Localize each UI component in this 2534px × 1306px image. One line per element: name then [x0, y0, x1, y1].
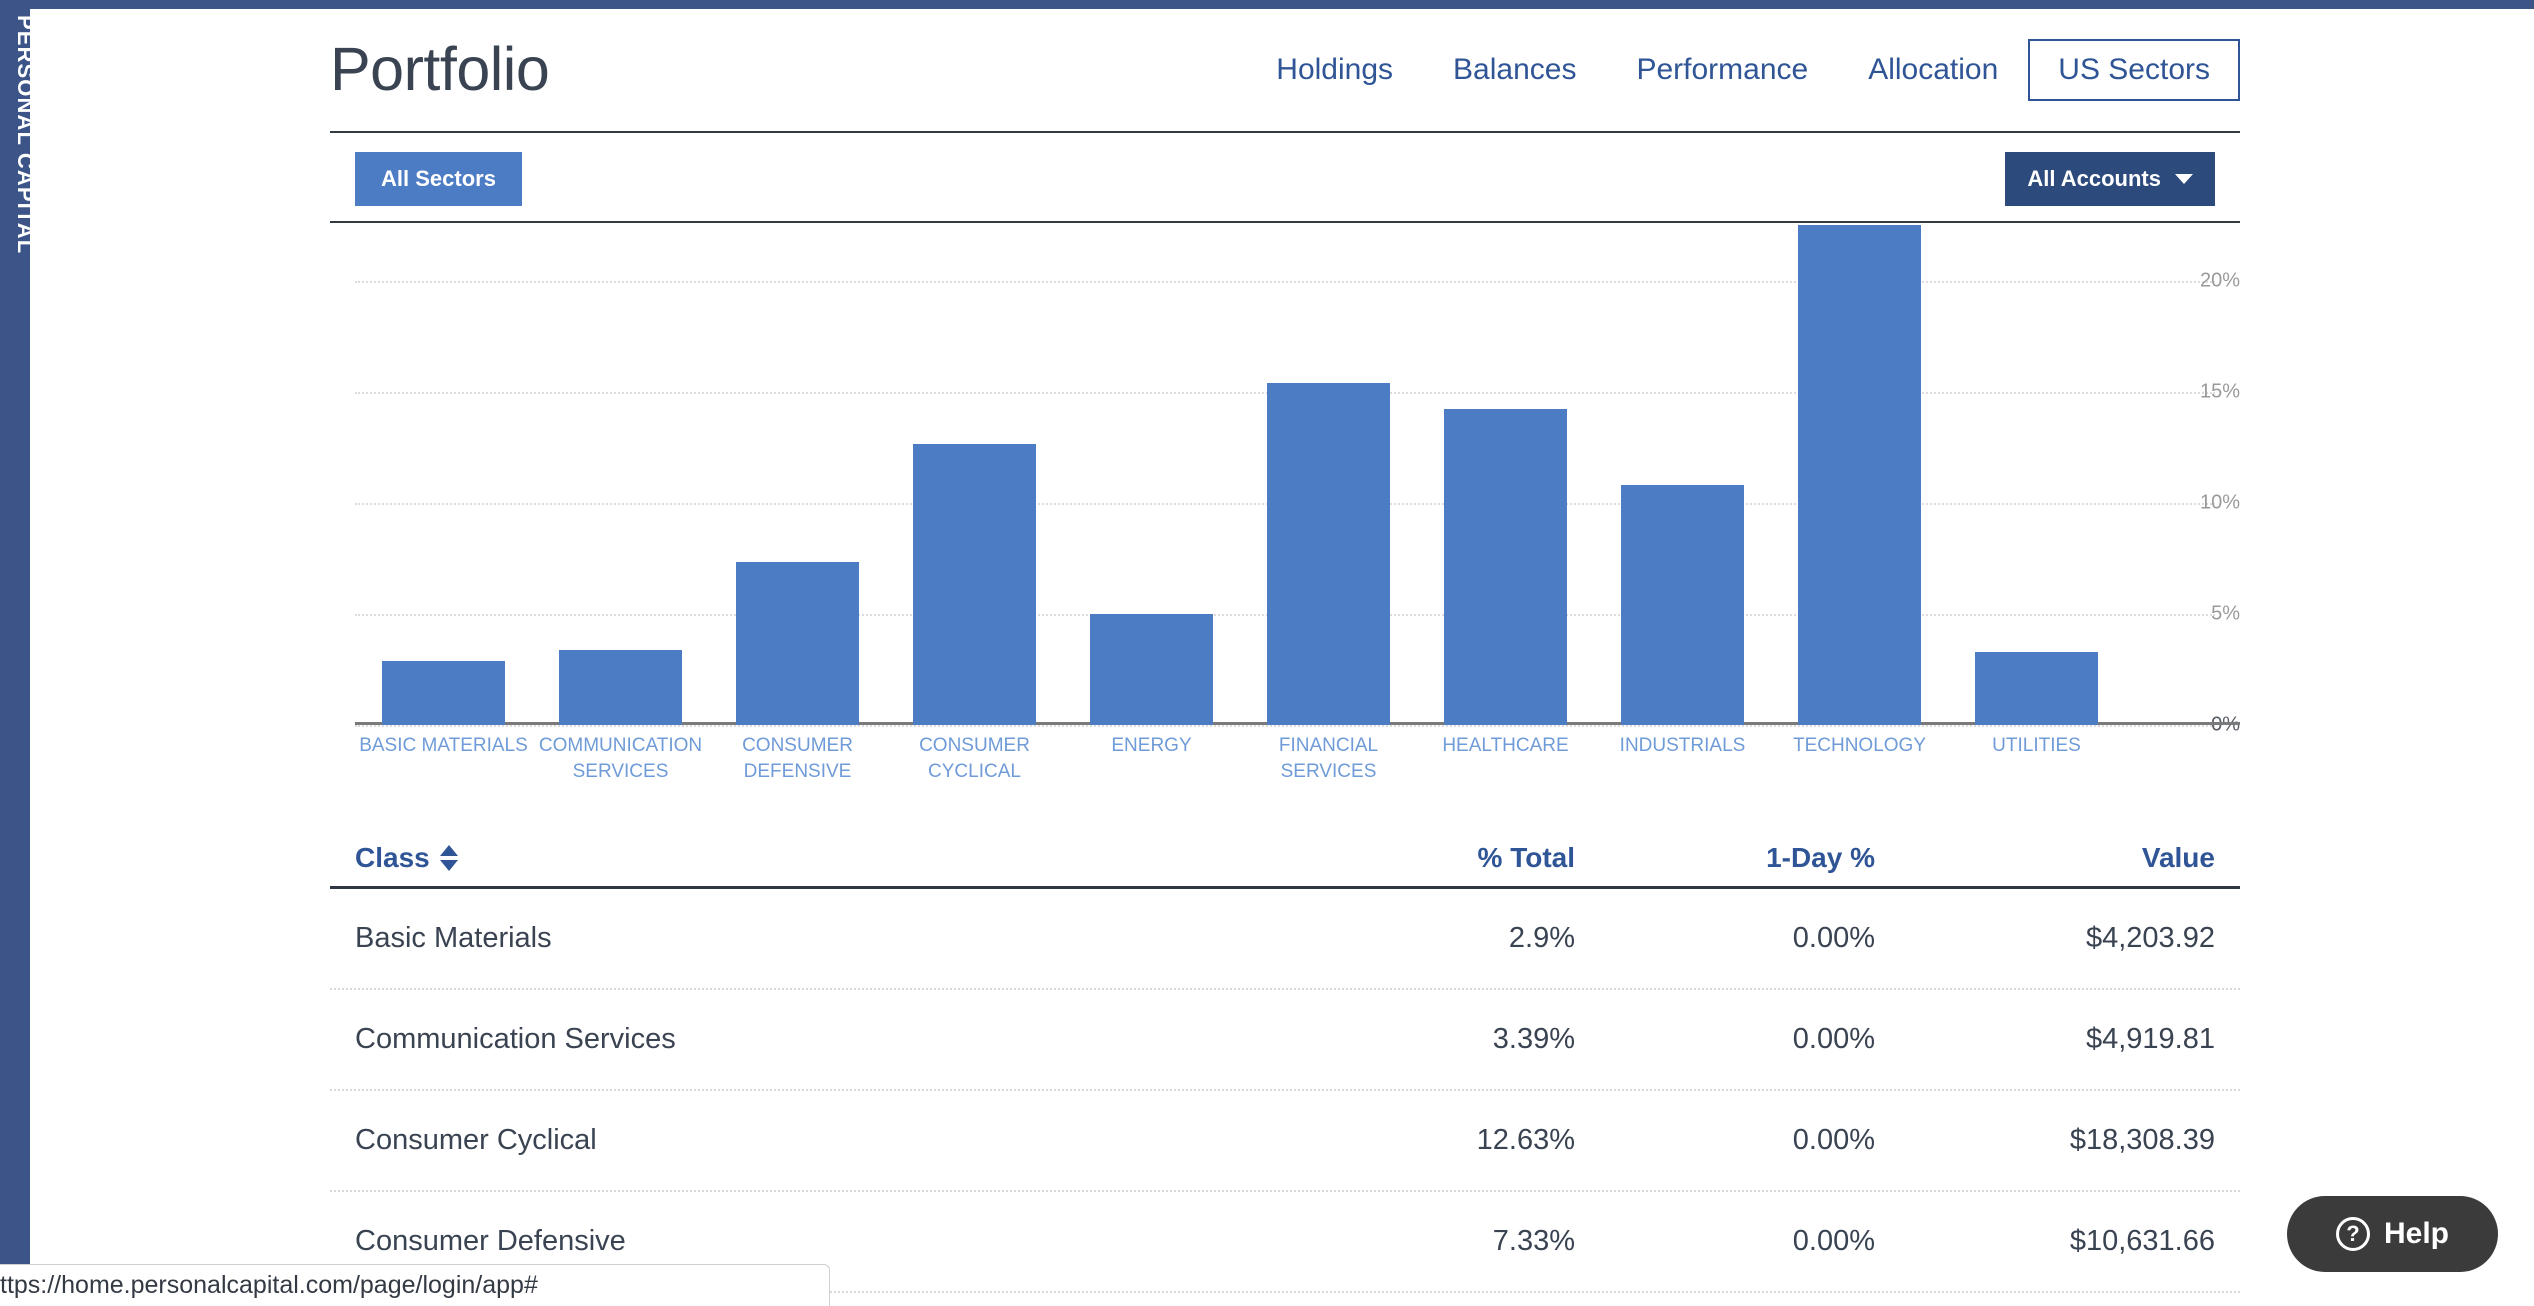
row-value: $10,631.66 — [2069, 1225, 2215, 1257]
status-bar-url: ttps://home.personalcapital.com/page/log… — [0, 1271, 538, 1299]
tab-allocation[interactable]: Allocation — [1838, 39, 2028, 101]
us-sectors-bar-chart: 0% 5% 10% 15% 20% BASIC MATERIALS COMMUNICATI… — [330, 225, 2240, 782]
row-class: Basic Materials — [355, 922, 552, 954]
row-value: $18,308.39 — [2069, 1124, 2215, 1156]
gridline — [355, 725, 2215, 727]
row-pct-total: 2.9% — [1508, 922, 1575, 954]
row-pct-total: 7.33% — [1492, 1225, 1575, 1257]
table-row[interactable]: Basic Materials 2.9% 0.00% $4,203.92 — [330, 889, 2240, 990]
primary-nav: Holdings Balances Performance Allocation… — [1246, 39, 2240, 105]
chart-x-axis-labels: BASIC MATERIALS COMMUNICATION SERVICES CONS… — [355, 733, 2125, 784]
tab-balances[interactable]: Balances — [1423, 39, 1606, 101]
sort-asc-icon — [439, 845, 458, 856]
x-axis-label: BASIC MATERIALS — [359, 735, 528, 756]
row-class: Consumer Cyclical — [355, 1124, 597, 1156]
chevron-down-icon — [2175, 174, 2193, 184]
row-one-day: 0.00% — [1792, 1124, 1875, 1156]
chart-bar[interactable] — [559, 649, 682, 725]
column-header-class-label: Class — [355, 842, 430, 873]
chart-bar[interactable] — [913, 444, 1036, 725]
x-axis-label: INDUSTRIALS — [1619, 735, 1746, 756]
row-one-day: 0.00% — [1792, 1023, 1875, 1055]
x-axis-label: CONSUMER CYCLICAL — [919, 735, 1030, 782]
bar-slot — [886, 225, 1063, 725]
question-circle-icon: ? — [2335, 1217, 2370, 1251]
bar-slot — [1948, 225, 2125, 725]
all-accounts-label: All Accounts — [2027, 166, 2161, 191]
bar-slot — [1594, 225, 1771, 725]
tab-us-sectors[interactable]: US Sectors — [2028, 39, 2240, 101]
sort-arrows-icon[interactable] — [439, 845, 458, 871]
row-pct-total: 3.39% — [1492, 1023, 1575, 1055]
help-label: Help — [2383, 1217, 2449, 1250]
chart-bar[interactable] — [1267, 382, 1390, 725]
chart-bar[interactable] — [1090, 613, 1213, 725]
bar-slot — [1240, 225, 1417, 725]
table-row[interactable]: Consumer Cyclical 12.63% 0.00% $18,308.39 — [330, 1091, 2240, 1192]
sectors-table: Class % Total 1-Day % Value Basic Materi… — [330, 815, 2240, 1293]
x-axis-label: ENERGY — [1111, 735, 1192, 756]
row-one-day: 0.00% — [1792, 922, 1875, 954]
page-title: Portfolio — [330, 34, 550, 103]
row-one-day: 0.00% — [1792, 1225, 1875, 1257]
bar-slot — [355, 225, 532, 725]
y-axis-tick: 10% — [2199, 491, 2240, 514]
table-row[interactable]: Communication Services 3.39% 0.00% $4,919.8… — [330, 990, 2240, 1091]
sort-desc-icon — [439, 860, 458, 871]
y-axis-tick: 15% — [2199, 380, 2240, 403]
all-sectors-button[interactable]: All Sectors — [355, 152, 522, 206]
tab-performance[interactable]: Performance — [1606, 39, 1838, 101]
tab-holdings[interactable]: Holdings — [1246, 39, 1423, 101]
column-header-pct-total[interactable]: % Total — [1185, 842, 1575, 874]
help-button[interactable]: ? Help — [2287, 1196, 2498, 1272]
brand-rail: PERSONAL CAPITAL — [0, 9, 30, 1271]
chart-bar[interactable] — [382, 660, 505, 725]
page-header: Portfolio Holdings Balances Performance … — [330, 13, 2240, 133]
row-value: $4,203.92 — [2085, 922, 2215, 954]
bar-slot — [1771, 225, 1948, 725]
bar-slot — [709, 225, 886, 725]
row-class: Communication Services — [355, 1023, 676, 1055]
page-canvas: Portfolio Holdings Balances Performance … — [30, 9, 2534, 1306]
chart-plot-area: 0% 5% 10% 15% 20% — [355, 225, 2240, 736]
app-root: PERSONAL CAPITAL Portfolio Holdings Bala… — [0, 0, 2534, 1306]
table-body: Basic Materials 2.9% 0.00% $4,203.92 Communi… — [330, 889, 2240, 1293]
filter-bar: All Sectors All Accounts — [330, 137, 2240, 223]
row-pct-total: 12.63% — [1476, 1124, 1575, 1156]
chart-bar[interactable] — [1621, 485, 1744, 725]
chart-bar[interactable] — [1975, 651, 2098, 725]
x-axis-label: TECHNOLOGY — [1792, 735, 1927, 756]
bar-slot — [1063, 225, 1240, 725]
row-class: Consumer Defensive — [355, 1225, 626, 1257]
y-axis-tick: 5% — [2211, 602, 2240, 625]
browser-top-strip — [0, 0, 2534, 9]
y-axis-tick: 0% — [2211, 713, 2240, 736]
x-axis-label: HEALTHCARE — [1442, 735, 1569, 756]
column-header-value[interactable]: Value — [1875, 842, 2215, 874]
chart-bar[interactable] — [736, 562, 859, 725]
table-header-row: Class % Total 1-Day % Value — [330, 815, 2240, 889]
status-bar: ttps://home.personalcapital.com/page/log… — [0, 1264, 830, 1306]
y-axis-tick: 20% — [2199, 269, 2240, 292]
column-header-class[interactable]: Class — [355, 842, 1185, 874]
x-axis-label: COMMUNICATION SERVICES — [538, 735, 703, 782]
row-value: $4,919.81 — [2085, 1023, 2215, 1055]
all-accounts-dropdown[interactable]: All Accounts — [2005, 152, 2215, 206]
chart-bar[interactable] — [1444, 409, 1567, 725]
bar-slot — [1417, 225, 1594, 725]
brand-rail-label: PERSONAL CAPITAL — [13, 15, 30, 255]
bar-slot — [532, 225, 709, 725]
x-axis-label: UTILITIES — [1992, 735, 2081, 756]
column-header-one-day[interactable]: 1-Day % — [1575, 842, 1875, 874]
chart-bar[interactable] — [1798, 225, 1921, 725]
chart-bars — [355, 225, 2125, 725]
x-axis-label: FINANCIAL SERVICES — [1278, 735, 1379, 782]
x-axis-label: CONSUMER DEFENSIVE — [742, 735, 853, 782]
